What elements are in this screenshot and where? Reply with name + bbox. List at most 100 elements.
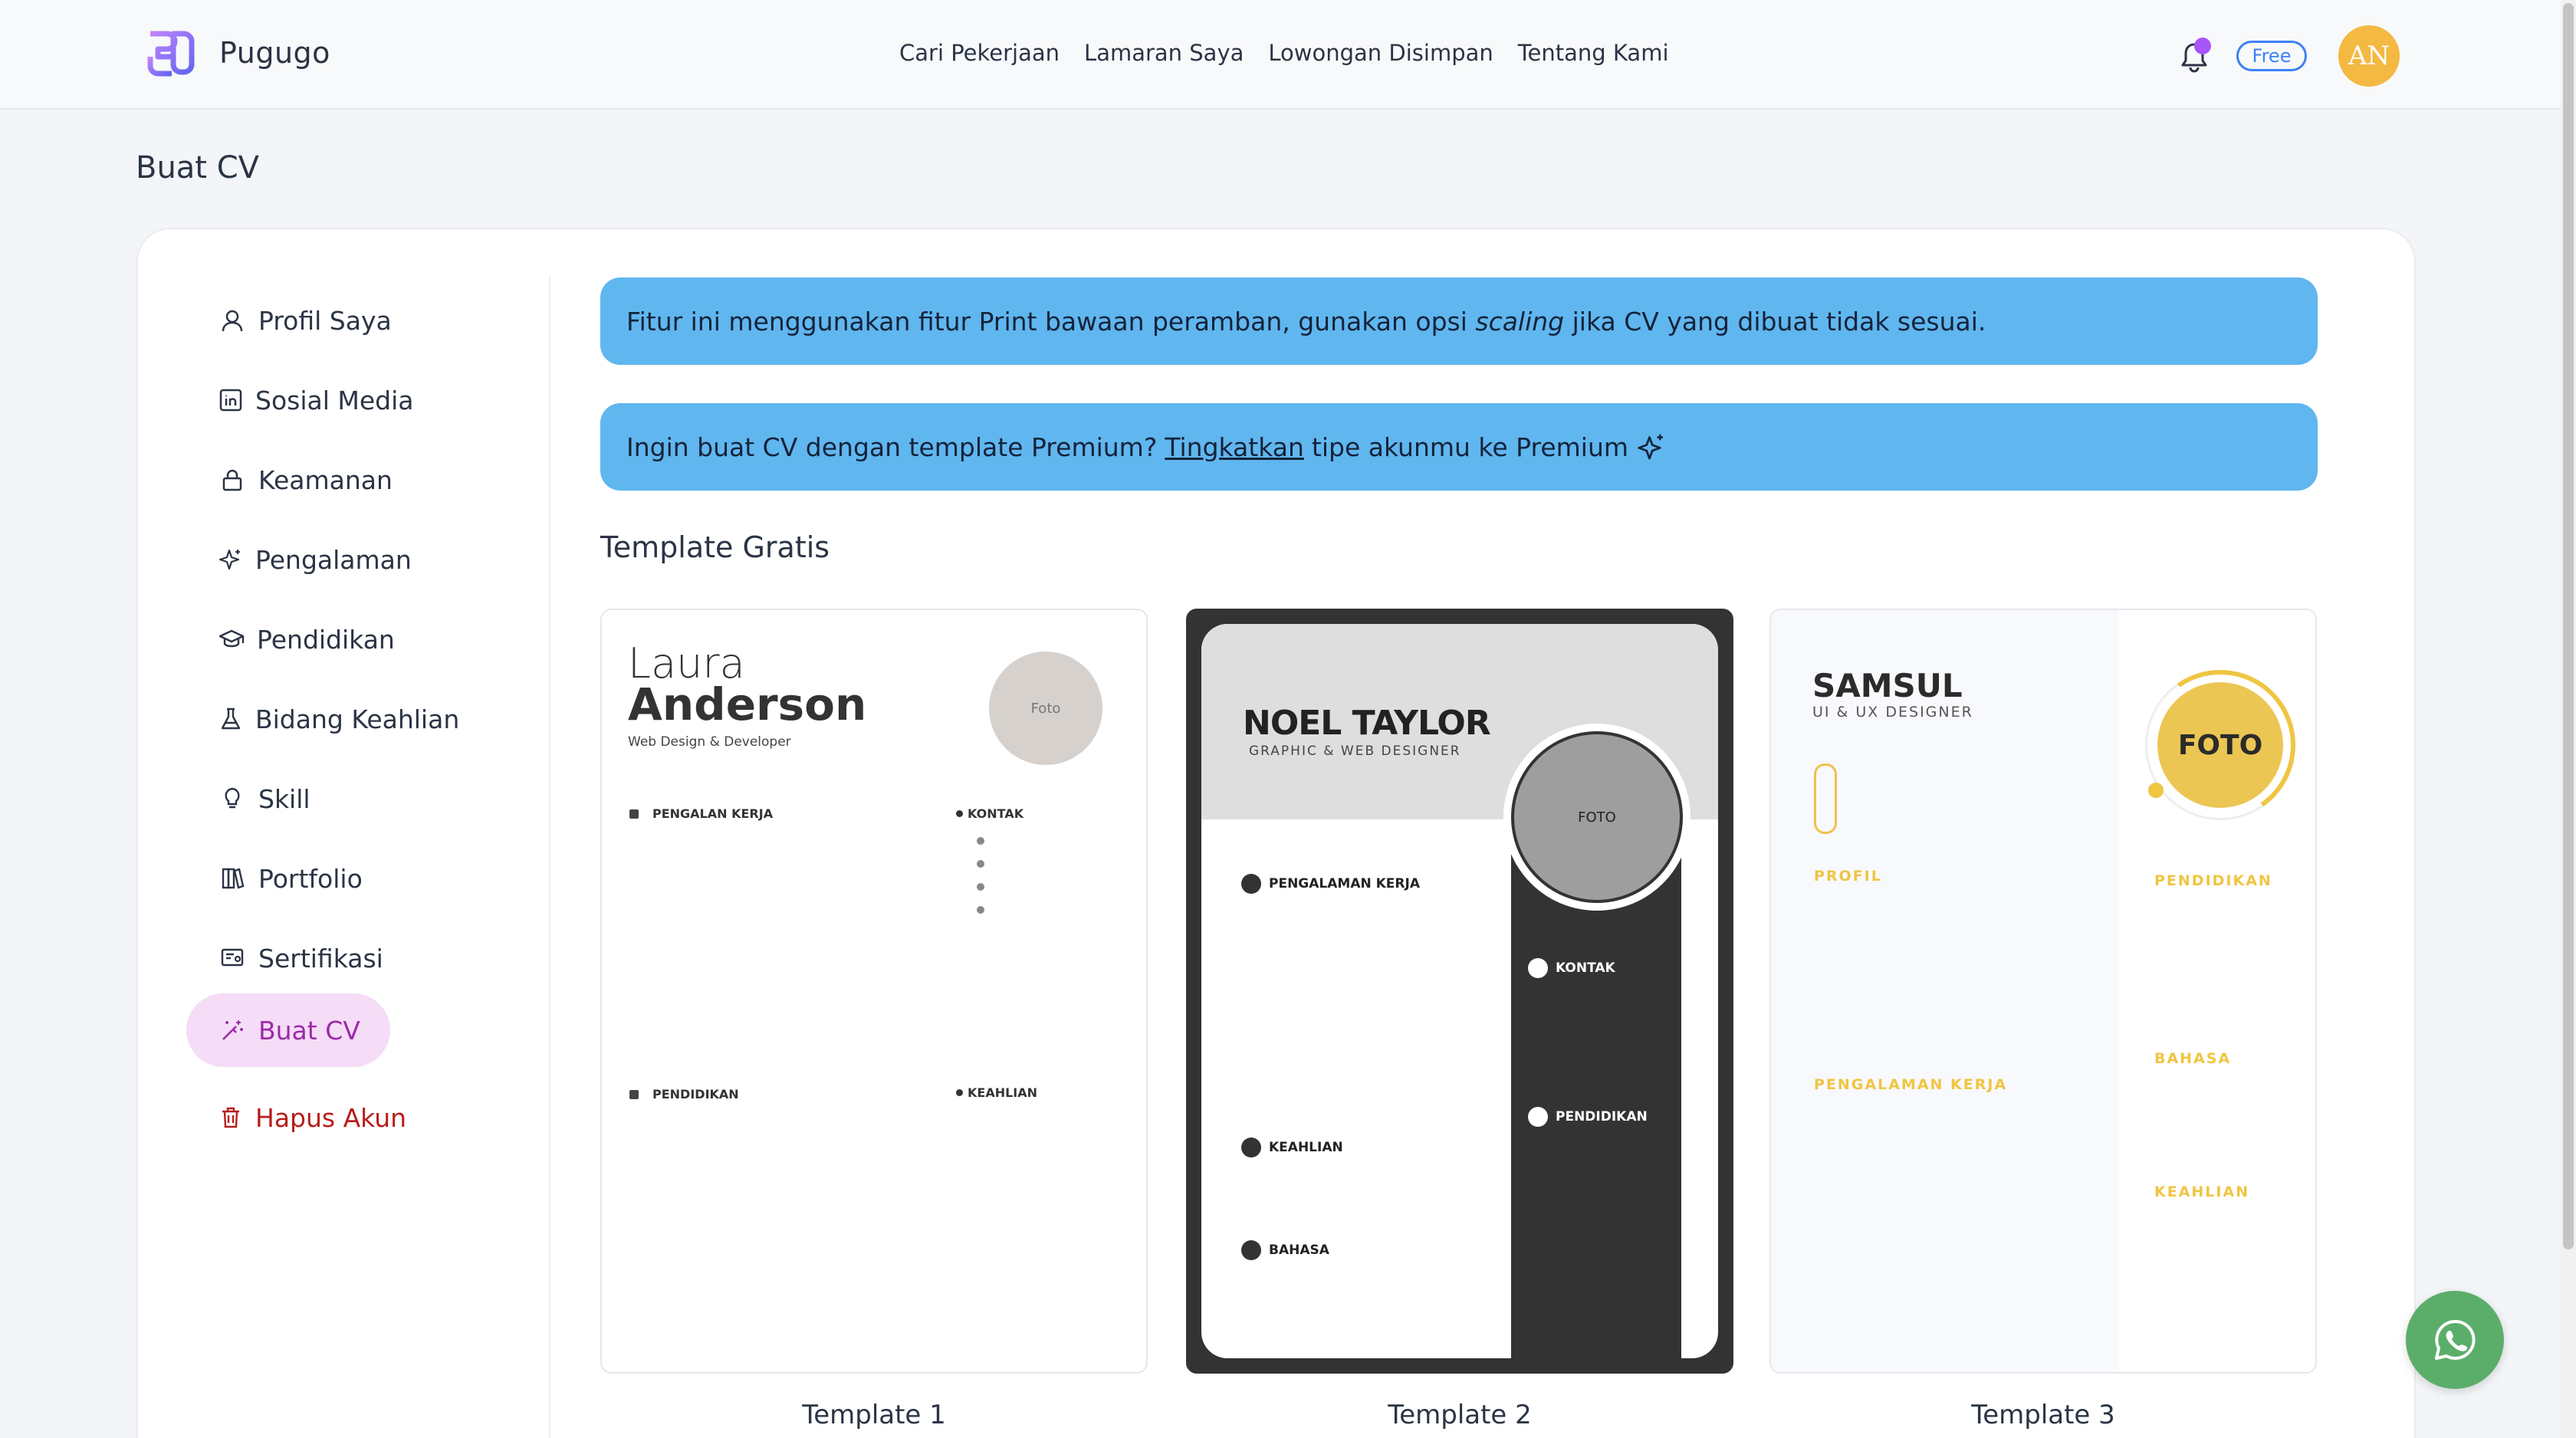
contact-icons-strip [1814,763,1837,834]
cv-photo-placeholder: FOTO [2157,682,2283,808]
cv-photo-dot [2148,783,2164,798]
cv-role: UI & UX DESIGNER [1812,704,1973,721]
cv-section-profile: PROFIL [1814,868,1882,885]
alert-text: Fitur ini menggunakan fitur Print bawaan… [626,306,1476,337]
sidebar-item-label: Profil Saya [258,305,392,336]
cv-section-skills: KEAHLIAN [956,1085,1037,1100]
lock-icon [219,466,246,494]
sidebar-item-label: Hapus Akun [255,1102,407,1133]
phone-icon [977,837,984,845]
cv-section-language: BAHASA [1241,1240,1329,1260]
cv-photo-placeholder: Foto [989,652,1102,765]
brand[interactable]: Pugugo [146,28,330,78]
cv-photo-placeholder: FOTO [1511,731,1683,903]
graduation-cap-icon [629,1089,639,1099]
print-info-alert: Fitur ini menggunakan fitur Print bawaan… [600,277,2318,365]
nav-link-tentang-kami[interactable]: Tentang Kami [1518,40,1669,66]
template-3-label: Template 3 [1971,1400,2115,1430]
sidebar-item-profil-saya[interactable]: Profil Saya [186,284,393,357]
graduation-cap-icon [219,625,245,653]
sidebar-item-pendidikan[interactable]: Pendidikan [186,602,395,676]
skills-icon [1241,1138,1261,1157]
sidebar-item-bidang-keahlian[interactable]: Bidang Keahlian [186,682,459,756]
lightbulb-icon [219,785,246,813]
user-icon [1528,958,1548,978]
nav-link-lowongan-disimpan[interactable]: Lowongan Disimpan [1268,40,1493,66]
alert-text-end: tipe akunmu ke Premium [1311,432,1629,462]
cv-last-name: Anderson [628,678,867,730]
skills-dot-icon [956,1089,963,1096]
pugugo-logo-icon [147,31,195,77]
notification-dot [2194,38,2211,54]
sidebar-item-pengalaman[interactable]: Pengalaman [186,523,412,596]
certificate-icon [219,944,246,972]
template-3-card[interactable]: SAMSUL UI & UX DESIGNER FOTO PROFIL PEND… [1769,609,2317,1374]
language-icon [1241,1240,1261,1260]
cv-section-education: PENDIDIKAN [1528,1107,1648,1127]
magic-wand-icon [219,1016,246,1044]
sidebar-item-buat-cv[interactable]: Buat CV [186,993,390,1067]
cv-name: NOEL TAYLOR [1243,704,1491,743]
cv-section-education: PENDIDIKAN [629,1087,739,1101]
template-1-card[interactable]: Laura Anderson Web Design & Developer Fo… [600,609,1148,1374]
sidebar-item-label: Portfolio [258,863,363,894]
whatsapp-icon [2435,1319,2476,1360]
cv-section-contact: KONTAK [1528,958,1615,978]
cv-section-experience: PENGALAMAN KERJA [1241,874,1420,894]
sidebar-item-label: Buat CV [258,1015,360,1046]
cv-section-experience: PENGALAMAN KERJA [1814,1076,2008,1093]
template-1-label: Template 1 [802,1400,946,1430]
linkedin-icon [219,386,243,414]
sidebar-item-label: Skill [258,783,310,814]
sparkle-icon [1638,434,1664,460]
sidebar-item-hapus-akun[interactable]: Hapus Akun [186,1081,406,1154]
user-icon [219,307,246,334]
template-2-label: Template 2 [1388,1400,1532,1430]
books-icon [219,865,246,892]
cv-page: NOEL TAYLOR GRAPHIC & WEB DESIGNER FOTO … [1201,624,1718,1358]
main-nav: Cari Pekerjaan Lamaran Saya Lowongan Dis… [899,40,1669,66]
sidebar-item-keamanan[interactable]: Keamanan [186,443,393,517]
trash-icon [219,1104,243,1131]
briefcase-icon [1241,874,1261,894]
cv-role: GRAPHIC & WEB DESIGNER [1249,744,1461,759]
sidebar-divider [549,276,550,1438]
sidebar-item-sosial-media[interactable]: Sosial Media [186,363,414,437]
whatsapp-chat-button[interactable] [2406,1291,2504,1389]
brand-name: Pugugo [219,36,330,70]
top-navbar: Pugugo Cari Pekerjaan Lamaran Saya Lowon… [0,0,2561,110]
premium-upgrade-alert: Ingin buat CV dengan template Premium? T… [600,403,2318,491]
web-icon [977,883,984,891]
sidebar-item-label: Bidang Keahlian [255,704,460,734]
email-icon [977,860,984,868]
location-icon [977,906,984,914]
contact-dot-icon [956,810,963,817]
sidebar-item-label: Sosial Media [255,385,414,415]
nav-link-lamaran-saya[interactable]: Lamaran Saya [1084,40,1244,66]
free-templates-heading: Template Gratis [600,530,830,564]
cv-section-education: PENDIDIKAN [2154,872,2272,889]
sidebar-item-label: Pendidikan [257,624,395,655]
alert-italic: scaling [1475,306,1565,337]
cv-name: SAMSUL [1812,667,1963,704]
cv-role: Web Design & Developer [628,734,791,750]
upgrade-link[interactable]: Tingkatkan [1165,432,1304,462]
flask-icon [219,705,243,733]
sidebar-item-portfolio[interactable]: Portfolio [186,842,393,915]
graduation-cap-icon [1528,1107,1548,1127]
cv-section-skills: KEAHLIAN [1241,1138,1343,1157]
sparkle-icon [219,546,243,573]
sidebar-item-label: Pengalaman [255,544,412,575]
sidebar-item-sertifikasi[interactable]: Sertifikasi [186,921,393,995]
plan-badge: Free [2236,41,2307,71]
nav-link-cari-pekerjaan[interactable]: Cari Pekerjaan [899,40,1060,66]
cv-section-skills: KEAHLIAN [2154,1184,2250,1200]
sidebar-item-skill[interactable]: Skill [186,762,393,836]
sidebar-item-label: Sertifikasi [258,943,383,973]
scrollbar-thumb[interactable] [2563,3,2574,1249]
template-2-card[interactable]: NOEL TAYLOR GRAPHIC & WEB DESIGNER FOTO … [1186,609,1733,1374]
user-avatar[interactable]: AN [2338,25,2400,87]
briefcase-icon [629,809,639,819]
sidebar-item-label: Keamanan [258,465,393,495]
cv-section-experience: PENGALAN KERJA [629,806,773,821]
